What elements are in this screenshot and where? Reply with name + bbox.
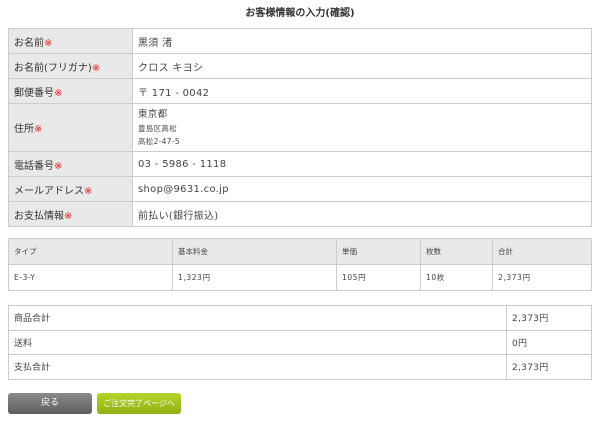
shipping-label: 送料 [8,329,507,355]
back-button[interactable]: 戻る [8,393,92,414]
row-email: メールアドレス※ shop@9631.co.jp [8,176,592,202]
email-label: メールアドレス※ [8,176,133,202]
table-row: E-3-Y 1,323円 105円 10枚 2,373円 [8,264,592,291]
grand-total-value: 2,373円 [506,354,592,380]
complete-order-button[interactable]: ご注文完了ページへ [97,393,181,414]
address-street: 高松2-47-5 [138,136,180,146]
subtotal-label: 商品合計 [8,305,507,331]
order-header-row: タイプ 基本料金 単価 枚数 合計 [8,238,592,265]
unit-price-cell: 105円 [336,264,421,291]
required-mark: ※ [54,160,63,172]
grand-total-label: 支払合計 [8,354,507,380]
address-value: 東京都 豊島区高松 高松2-47-5 [132,103,592,152]
email-value: shop@9631.co.jp [132,176,592,202]
grand-total-row: 支払合計 2,373円 [8,354,592,380]
shipping-value: 0円 [506,329,592,355]
required-mark: ※ [54,87,63,99]
payment-label: お支払情報※ [8,201,133,227]
subtotal-value: 2,373円 [506,305,592,331]
furigana-label: お名前(フリガナ)※ [8,53,133,79]
page-title: お客様情報の入力(確認) [245,8,355,19]
postal-code-value: 〒 171 - 0042 [132,78,592,104]
col-quantity-header: 枚数 [420,238,493,265]
required-mark: ※ [44,37,53,49]
required-mark: ※ [34,124,43,135]
row-postal-code: 郵便番号※ 〒 171 - 0042 [8,78,592,104]
name-label: お名前※ [8,28,133,54]
row-name: お名前※ 黒須 渚 [8,28,592,54]
totals-table: 商品合計 2,373円 送料 0円 支払合計 2,373円 [8,305,592,380]
address-prefecture: 東京都 [138,108,168,120]
row-phone: 電話番号※ 03 - 5986 - 1118 [8,151,592,177]
row-furigana: お名前(フリガナ)※ クロス キヨシ [8,53,592,79]
col-type-header: タイプ [8,238,173,265]
phone-value: 03 - 5986 - 1118 [132,151,592,177]
shipping-row: 送料 0円 [8,329,592,355]
required-mark: ※ [84,185,93,197]
row-address: 住所※ 東京都 豊島区高松 高松2-47-5 [8,103,592,152]
total-cell: 2,373円 [492,264,592,291]
row-payment: お支払情報※ 前払い(銀行振込) [8,201,592,227]
required-mark: ※ [64,210,73,222]
col-total-header: 合計 [492,238,592,265]
base-price-cell: 1,323円 [172,264,337,291]
col-base-price-header: 基本料金 [172,238,337,265]
payment-value: 前払い(銀行振込) [132,201,592,227]
address-city: 豊島区高松 [138,123,177,133]
furigana-value: クロス キヨシ [132,53,592,79]
order-table: タイプ 基本料金 単価 枚数 合計 E-3-Y 1,323円 105円 10枚 … [8,238,592,291]
phone-label: 電話番号※ [8,151,133,177]
address-label: 住所※ [8,103,133,152]
postal-code-label: 郵便番号※ [8,78,133,104]
subtotal-row: 商品合計 2,373円 [8,305,592,331]
customer-info-table: お名前※ 黒須 渚 お名前(フリガナ)※ クロス キヨシ 郵便番号※ 〒 171… [8,28,592,227]
col-unit-price-header: 単価 [336,238,421,265]
quantity-cell: 10枚 [420,264,493,291]
required-mark: ※ [91,62,101,74]
name-value: 黒須 渚 [132,28,592,54]
type-cell: E-3-Y [8,264,173,291]
